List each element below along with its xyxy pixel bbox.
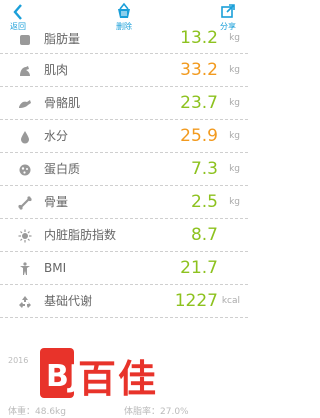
metric-name: 基础代谢 [44, 294, 93, 308]
protein-icon [18, 162, 32, 176]
metric-row[interactable]: BMI 21.7 [0, 252, 248, 285]
metric-unit: kg [229, 197, 240, 207]
chevron-left-icon [0, 2, 38, 22]
metric-row[interactable]: 骨量 2.5 kg [0, 186, 248, 219]
metric-name: 水分 [44, 129, 69, 143]
metric-unit: kcal [221, 296, 240, 306]
metric-value: 8.7 [190, 225, 218, 245]
water-drop-icon [18, 129, 32, 144]
metric-name: 蛋白质 [44, 162, 81, 176]
watermark-brand: 百佳 [78, 357, 159, 401]
visceral-fat-icon [18, 228, 32, 243]
metric-row[interactable]: 肌肉 33.2 kg [0, 54, 248, 87]
skeletal-muscle-icon [18, 96, 32, 110]
metric-name: 肌肉 [44, 63, 69, 77]
metric-row[interactable]: 水分 25.9 kg [0, 120, 248, 153]
body-fat-summary: 体脂率：27.0% [124, 407, 189, 417]
metric-unit: kg [229, 33, 240, 43]
metric-row[interactable]: 蛋白质 7.3 kg [0, 153, 248, 186]
metric-value: 7.3 [190, 159, 218, 179]
metric-name: BMI [44, 261, 67, 275]
metric-unit: kg [229, 65, 240, 75]
date-fragment: 2016 [8, 356, 29, 365]
metric-row[interactable]: 脂肪量 13.2 kg [0, 28, 248, 54]
metric-name: 内脏脂肪指数 [44, 228, 117, 242]
metric-row[interactable]: 基础代谢 1227 kcal [0, 285, 248, 318]
metric-value: 1227 [174, 291, 218, 311]
basket-icon [104, 2, 144, 22]
svg-text:BJ: BJ [46, 359, 80, 394]
metric-unit: kg [229, 164, 240, 174]
metric-value: 21.7 [180, 258, 218, 278]
metric-name: 骨骼肌 [44, 96, 81, 110]
metric-name: 骨量 [44, 195, 69, 209]
metric-value: 33.2 [180, 60, 218, 80]
metric-unit: kg [229, 98, 240, 108]
metric-row[interactable]: 骨骼肌 23.7 kg [0, 87, 248, 120]
metric-row[interactable]: 内脏脂肪指数 8.7 [0, 219, 248, 252]
metric-value: 13.2 [180, 28, 218, 48]
share-external-icon [208, 2, 248, 22]
metric-name: 脂肪量 [44, 32, 81, 46]
metric-value: 2.5 [190, 192, 218, 212]
metric-unit: kg [229, 131, 240, 141]
bone-icon [18, 195, 32, 210]
fat-mass-icon [18, 32, 32, 46]
weight-summary: 体重：48.6kg [8, 407, 66, 417]
bmi-icon [18, 261, 32, 275]
body-metrics-list: 脂肪量 13.2 kg 肌肉 33.2 kg 骨骼肌 23.7 kg 水分 25.9 kg 蛋白质 7.3… [0, 28, 248, 318]
metric-value: 23.7 [180, 93, 218, 113]
metabolism-icon [18, 294, 32, 308]
muscle-icon [18, 63, 32, 77]
metric-value: 25.9 [180, 126, 218, 146]
